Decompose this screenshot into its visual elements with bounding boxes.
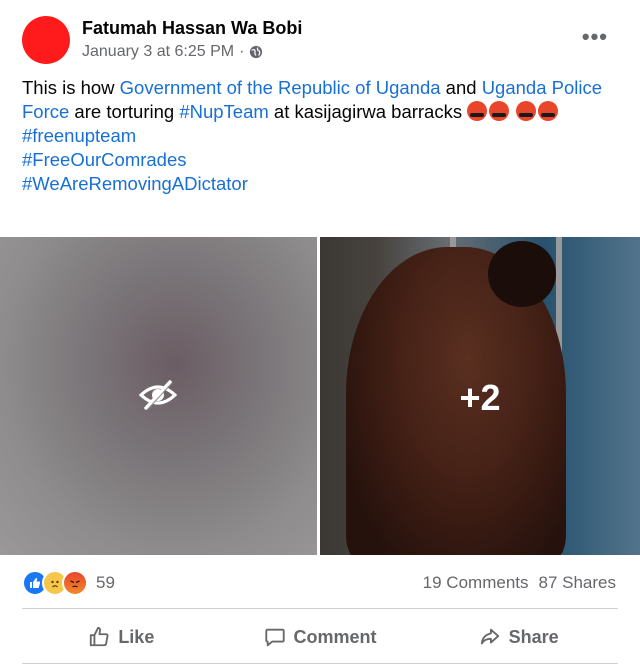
photo-grid: +2 (0, 237, 640, 555)
text-segment: at kasijagirwa barracks (268, 101, 463, 122)
shares-count[interactable]: 87 Shares (539, 573, 617, 593)
like-button[interactable]: Like (22, 612, 221, 662)
comment-label: Comment (293, 626, 377, 647)
text-segment: and (440, 77, 482, 98)
hashtag-nupteam[interactable]: #NupTeam (179, 101, 268, 122)
angry-swearing-emoji-icon (538, 101, 559, 121)
more-options-icon[interactable]: ••• (582, 24, 608, 50)
post-header: Fatumah Hassan Wa Bobi January 3 at 6:25… (22, 14, 640, 70)
post-text: This is how Government of the Republic o… (22, 76, 622, 196)
eye-slash-icon (138, 380, 178, 410)
angry-reaction-icon (62, 570, 88, 596)
hashtag-line: #freenupteam (22, 124, 622, 148)
timestamp[interactable]: January 3 at 6:25 PM (82, 43, 234, 61)
action-bar: Like Comment Share (22, 612, 618, 662)
hashtag-weareremovingadictator[interactable]: #WeAreRemovingADictator (22, 173, 248, 194)
angry-swearing-emoji-icon (489, 101, 510, 121)
facebook-post: Fatumah Hassan Wa Bobi January 3 at 6:25… (0, 0, 640, 668)
hidden-photo[interactable] (0, 237, 317, 555)
reaction-count: 59 (96, 573, 115, 592)
hashtag-freeourcomrades[interactable]: #FreeOurComrades (22, 149, 187, 170)
mention-government[interactable]: Government of the Republic of Uganda (120, 77, 441, 98)
avatar[interactable] (22, 16, 70, 64)
more-photos-count: +2 (459, 377, 501, 418)
divider (22, 663, 618, 664)
post-body: This is how Government of the Republic o… (22, 76, 622, 124)
globe-icon (250, 45, 263, 59)
author-name[interactable]: Fatumah Hassan Wa Bobi (82, 18, 302, 39)
divider (22, 608, 618, 609)
share-label: Share (508, 626, 559, 647)
like-label: Like (118, 626, 155, 647)
text-segment: are torturing (69, 101, 180, 122)
share-arrow-icon (480, 628, 499, 645)
comment-button[interactable]: Comment (221, 612, 420, 662)
engagement-stats: 19 Comments 87 Shares (423, 573, 616, 593)
hashtag-freenupteam[interactable]: #freenupteam (22, 125, 136, 146)
reaction-summary[interactable]: 59 (22, 569, 115, 597)
more-photos-tile[interactable]: +2 (320, 237, 640, 555)
angry-swearing-emoji-icon (516, 101, 537, 121)
post-meta: January 3 at 6:25 PM · (82, 43, 263, 61)
comment-bubble-icon (264, 628, 285, 647)
angry-swearing-emoji-icon (467, 101, 488, 121)
hashtag-line: #WeAreRemovingADictator (22, 172, 622, 196)
text-segment: This is how (22, 77, 120, 98)
meta-separator: · (239, 43, 245, 60)
share-button[interactable]: Share (419, 612, 618, 662)
comments-count[interactable]: 19 Comments (423, 573, 529, 593)
thumbs-up-icon (90, 626, 109, 647)
hashtag-line: #FreeOurComrades (22, 148, 622, 172)
